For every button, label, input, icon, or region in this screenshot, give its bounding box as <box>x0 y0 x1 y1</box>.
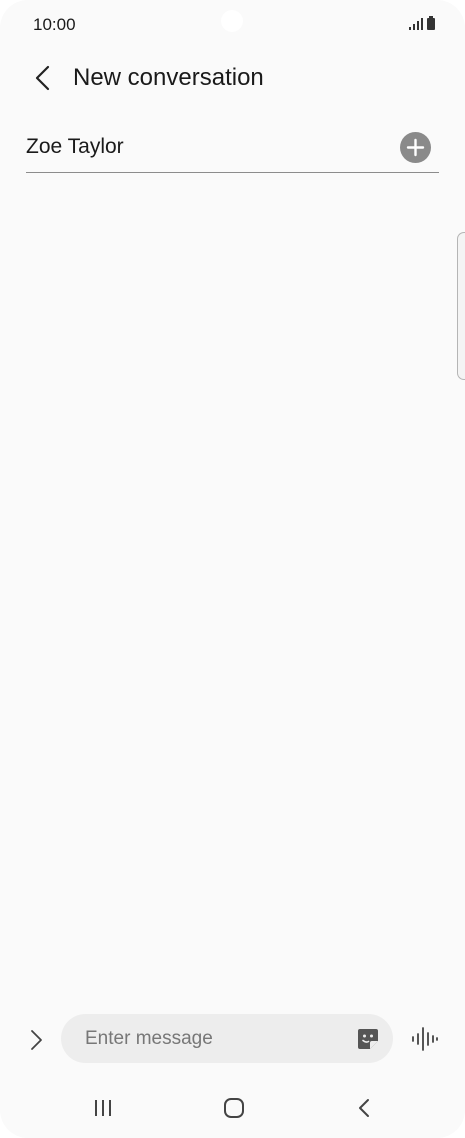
add-recipient-button[interactable] <box>400 132 431 163</box>
plus-circle-icon <box>406 138 425 157</box>
back-button[interactable] <box>28 62 58 94</box>
recents-button[interactable] <box>92 1097 116 1119</box>
page-title: New conversation <box>73 64 264 91</box>
recents-icon <box>95 1100 111 1116</box>
sticker-button[interactable] <box>356 1027 380 1051</box>
voice-input-button[interactable] <box>410 1024 440 1054</box>
sticker-icon <box>358 1029 378 1049</box>
message-field <box>61 1014 393 1063</box>
back-icon <box>359 1099 369 1117</box>
camera-cutout <box>221 10 243 32</box>
navigation-bar <box>0 1085 465 1131</box>
voice-waveform-icon <box>412 1027 438 1051</box>
app-header: New conversation <box>0 52 465 104</box>
signal-icon <box>409 18 423 30</box>
recipient-field[interactable]: Zoe Taylor <box>26 128 439 173</box>
recipient-name[interactable]: Zoe Taylor <box>26 135 124 159</box>
status-icons <box>409 16 435 30</box>
status-bar: 10:00 <box>0 0 465 50</box>
nav-back-button[interactable] <box>354 1097 374 1119</box>
edge-panel-handle[interactable] <box>457 232 465 380</box>
battery-icon <box>427 16 435 30</box>
home-button[interactable] <box>222 1097 246 1119</box>
chevron-left-icon <box>35 65 50 91</box>
screen: 10:00 New conversation Zoe Taylor <box>0 0 465 1138</box>
message-input[interactable] <box>85 1014 335 1063</box>
status-time: 10:00 <box>33 15 76 34</box>
expand-options-button[interactable] <box>24 1025 50 1055</box>
chevron-right-icon <box>31 1030 42 1050</box>
home-icon <box>224 1098 244 1118</box>
